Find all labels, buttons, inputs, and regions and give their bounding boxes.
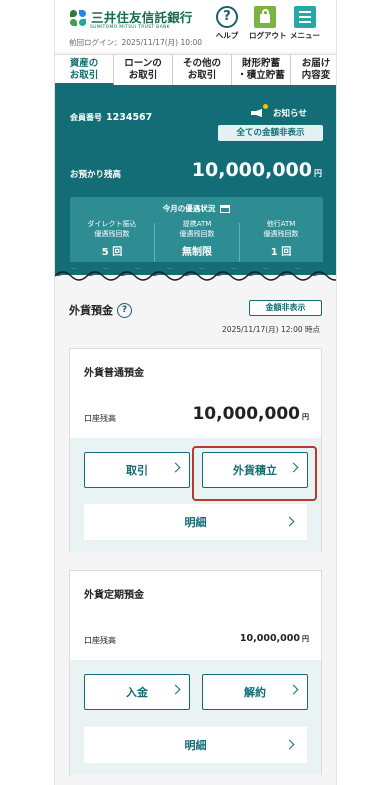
logout-label: ログアウト [249,31,287,40]
button-label: 解約 [244,686,266,699]
hide-amount-button[interactable]: 金額非表示 [249,300,322,316]
tab-savings[interactable]: 財形貯蓄 ・積立貯蓄 [232,55,291,86]
chevron-right-icon [288,684,299,695]
balance-value: 10,000,000 [191,159,312,181]
benefit-value: 無制限 [182,247,212,258]
logo-text: 三井住友信託銀行 [91,10,193,26]
tab-assets[interactable]: 資産の お取引 [55,55,114,86]
tab-loans[interactable]: ローンの お取引 [114,55,173,86]
header: 三井住友信託銀行 SUMITOMO MITSUI TRUST BANK 前回ログ… [55,0,336,52]
transaction-button[interactable]: 取引 [84,452,190,488]
time-deposit-card: 外貨定期預金 口座残高 10,000,000 円 入金 解約 明細 [69,570,322,775]
card-balance-label: 口座残高 [84,414,116,423]
button-label: 入金 [126,686,148,699]
statement-button[interactable]: 明細 [84,727,307,763]
member-label: 会員番号 [70,113,102,122]
benefit-value: 1 回 [270,247,292,258]
section-title: 外貨預金 [69,304,113,317]
card-balance-row: 10,000,000 円 [240,633,309,644]
logo-subtext: SUMITOMO MITSUI TRUST BANK [90,25,170,30]
yen-unit: 円 [302,413,309,421]
nav-tabs: 資産の お取引 ローンの お取引 その他の お取引 財形貯蓄 ・積立貯蓄 お届け… [55,54,336,86]
chevron-right-icon [284,739,295,750]
as-of-timestamp: 2025/11/17(月) 12:00 時点 [222,325,320,334]
benefit-other-bank-atm: 他行ATM 優遇残回数 1 回 [239,219,323,258]
ordinary-deposit-card: 外貨普通預金 口座残高 10,000,000 円 取引 外貨積立 明細 [69,348,322,552]
benefit-partner-atm: 提携ATM 優遇残回数 無制限 [155,219,239,258]
cancel-contract-button[interactable]: 解約 [202,674,308,710]
menu-label: メニュー [290,31,320,40]
chevron-right-icon [284,516,295,527]
chevron-right-icon [288,462,299,473]
statement-button[interactable]: 明細 [84,504,307,540]
help-icon: ? [216,6,238,28]
button-label: 外貨積立 [233,464,277,477]
benefit-title-row[interactable]: 今月の優遇状況 [70,203,323,214]
benefit-value: 5 回 [101,247,123,258]
benefit-direct-transfer: ダイレクト振込 優遇残回数 5 回 [70,219,154,258]
button-label: 取引 [126,464,148,477]
megaphone-icon [249,104,268,120]
benefit-label: ダイレクト振込 優遇残回数 [87,220,137,238]
menu-button[interactable]: メニュー [289,6,321,41]
logout-button[interactable]: ログアウト [249,6,287,41]
wave-divider [55,262,336,281]
benefit-label: 他行ATM 優遇残回数 [263,220,299,238]
card-balance: 10,000,000 [192,404,300,424]
yen-unit: 円 [314,169,322,178]
help-button[interactable]: ? ヘルプ [211,6,243,41]
benefit-status-box: 今月の優遇状況 ダイレクト振込 優遇残回数 5 回 提携ATM 優遇残回数 無制… [70,197,323,269]
member-number: 1234567 [106,112,153,123]
help-label: ヘルプ [215,31,239,40]
benefit-title: 今月の優遇状況 [162,204,216,213]
window-icon [220,205,231,213]
last-login: 前回ログイン：2025/11/17(月) 10:00 [69,38,203,47]
card-actions: 取引 外貨積立 明細 [70,438,321,552]
card-actions: 入金 解約 明細 [70,660,321,775]
foreign-accumulation-button[interactable]: 外貨積立 [202,452,308,488]
account-panel: 会員番号 1234567 お知らせ 全ての金額非表示 お預かり残高 10,000,… [55,85,336,275]
chevron-right-icon [170,462,181,473]
yen-unit: 円 [302,635,309,643]
card-balance: 10,000,000 [239,633,300,644]
logo-mark-icon [70,10,87,27]
help-icon[interactable]: ? [117,302,132,318]
section-title-row: 外貨預金? [69,302,132,318]
card-title: 外貨定期預金 [84,590,144,601]
notice-link[interactable]: お知らせ [249,104,307,120]
notice-label: お知らせ [273,109,307,119]
card-title: 外貨普通預金 [84,368,144,379]
app-frame: 三井住友信託銀行 SUMITOMO MITSUI TRUST BANK 前回ログ… [54,0,337,785]
benefit-label: 提携ATM 優遇残回数 [179,220,215,238]
hide-all-amounts-button[interactable]: 全ての金額非表示 [218,125,323,141]
balance-value-row: 10,000,000 円 [192,159,322,181]
button-label: 明細 [184,516,207,529]
tab-other[interactable]: その他の お取引 [173,55,232,86]
member-number-row: 会員番号 1234567 [70,112,152,123]
button-label: 明細 [184,739,207,752]
deposit-button[interactable]: 入金 [84,674,190,710]
balance-label: お預かり残高 [70,170,122,180]
hamburger-icon [294,6,316,28]
tab-settings[interactable]: お届け 内容変 [291,55,336,86]
lock-icon [254,6,276,28]
chevron-right-icon [170,684,181,695]
card-balance-row: 10,000,000 円 [192,404,309,424]
card-balance-label: 口座残高 [84,636,116,645]
